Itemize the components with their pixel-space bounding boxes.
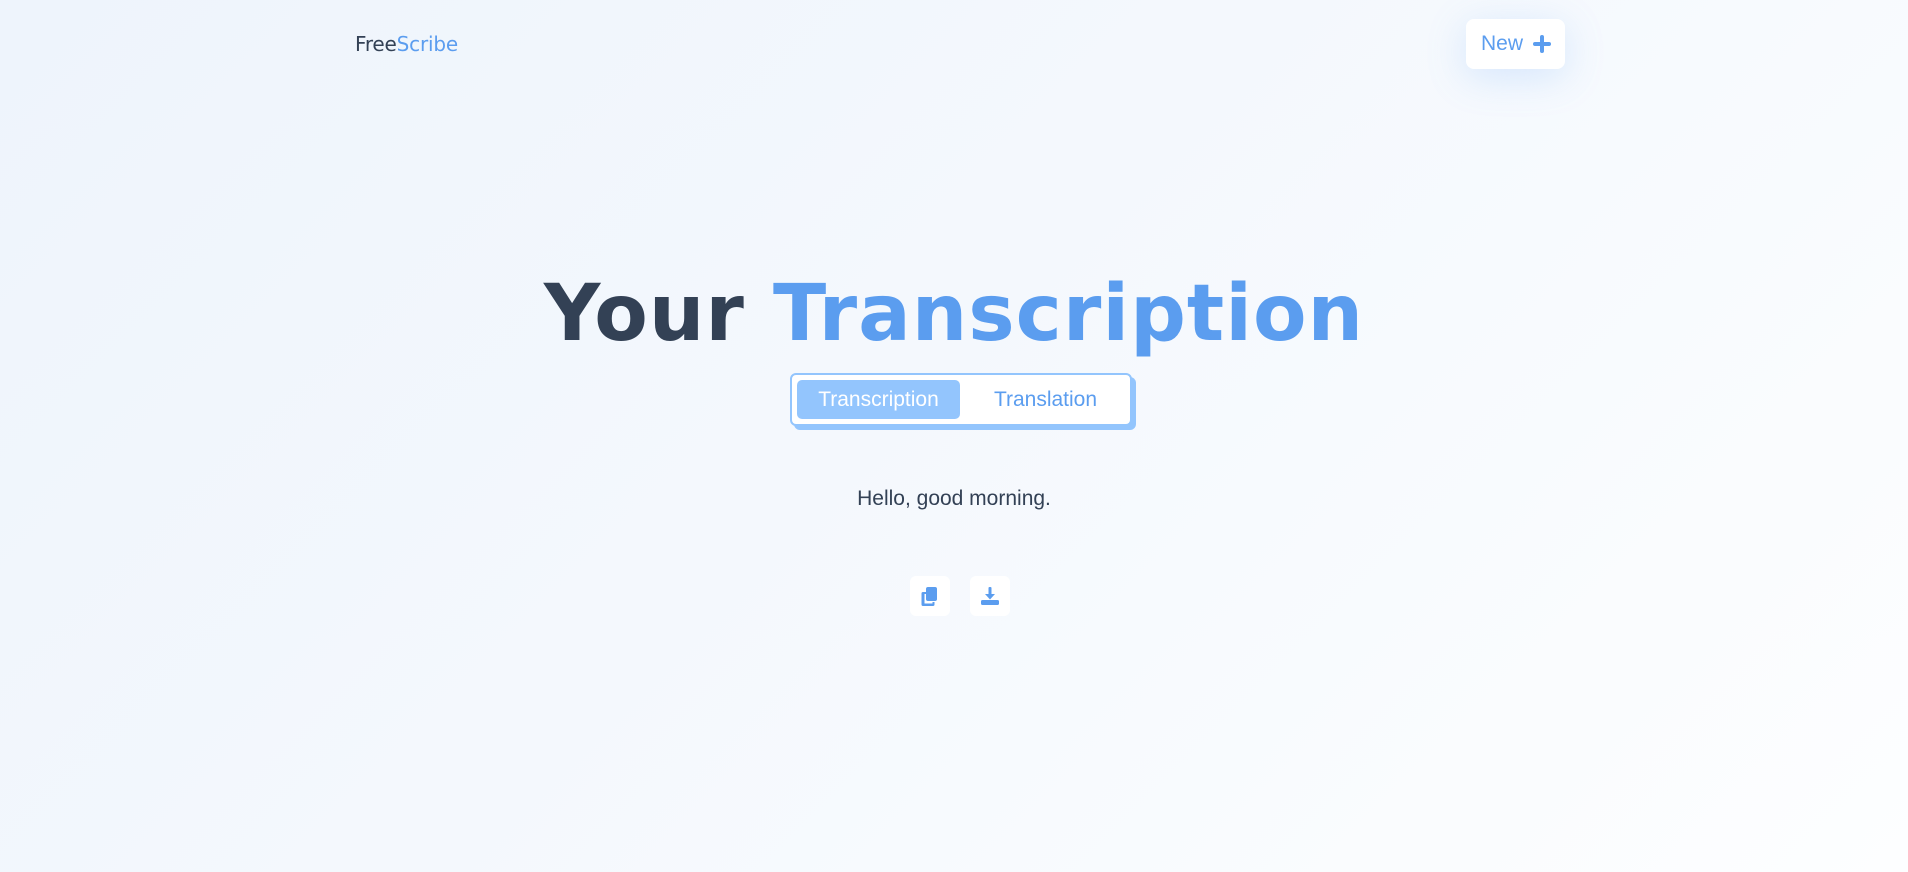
header: FreeScribe New bbox=[355, 18, 1565, 70]
transcription-output: Hello, good morning. bbox=[857, 487, 1051, 510]
copy-button[interactable] bbox=[910, 576, 950, 616]
output-actions bbox=[910, 576, 1010, 616]
output-tabs: Transcription Translation bbox=[790, 373, 1132, 426]
tab-transcription[interactable]: Transcription bbox=[797, 380, 960, 419]
plus-icon bbox=[1533, 35, 1551, 53]
download-button[interactable] bbox=[970, 576, 1010, 616]
download-icon bbox=[981, 587, 999, 605]
logo-free-text: Free bbox=[355, 32, 397, 56]
page-title: Your Transcription bbox=[0, 266, 1908, 362]
page-title-transcription: Transcription bbox=[772, 269, 1365, 359]
tab-translation[interactable]: Translation bbox=[966, 380, 1125, 419]
new-button-label: New bbox=[1480, 32, 1523, 55]
logo[interactable]: FreeScribe bbox=[355, 32, 458, 56]
copy-icon bbox=[921, 587, 937, 606]
new-button[interactable]: New bbox=[1465, 19, 1565, 69]
page: FreeScribe New Your Transcription Transc… bbox=[0, 0, 1908, 872]
page-title-your: Your bbox=[543, 269, 745, 359]
logo-scribe-text: Scribe bbox=[396, 32, 458, 56]
